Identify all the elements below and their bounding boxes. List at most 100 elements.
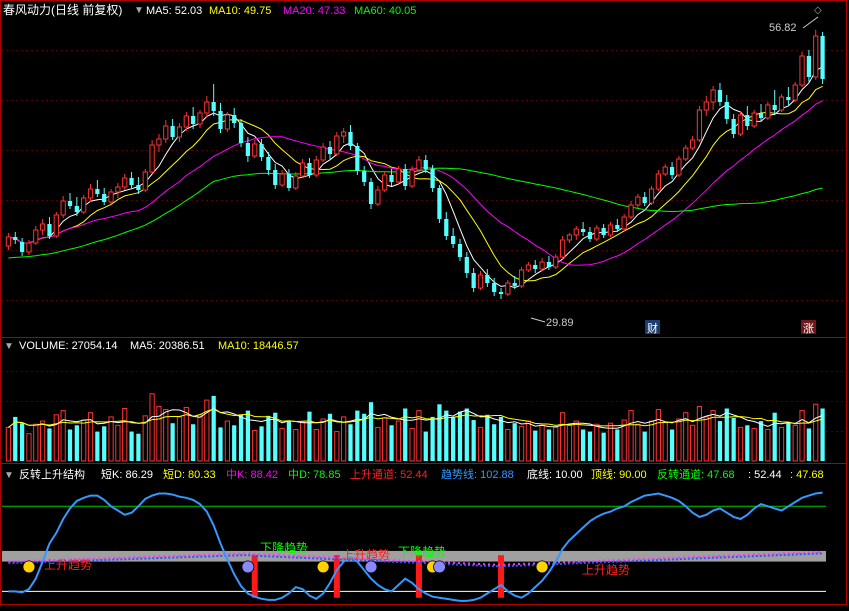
candle-up <box>710 89 716 103</box>
candle-up <box>279 173 285 186</box>
volume-bar-up <box>40 420 46 462</box>
volume-bar-down <box>95 431 100 461</box>
candle-up <box>87 188 94 199</box>
candle-up <box>607 224 614 236</box>
candle-up <box>505 282 511 295</box>
candle-up <box>204 101 210 114</box>
volume-bar-up <box>573 420 579 462</box>
volume-bar-up <box>5 426 12 462</box>
volume-bar-up <box>395 420 402 462</box>
candle-down <box>601 228 606 235</box>
volume-bar-up <box>252 430 258 462</box>
volume-bar-down <box>211 395 216 461</box>
ma10-label: MA10: 49.75 <box>209 5 271 17</box>
volume-bar-up <box>696 405 703 462</box>
volume-bar-down <box>546 429 552 461</box>
volume-bar-up <box>662 421 668 462</box>
candle-up <box>33 229 39 244</box>
volume-bar-down <box>136 433 141 461</box>
badge-zhang[interactable]: 涨 <box>803 322 814 335</box>
volume-bar-down <box>307 411 312 461</box>
candle-down <box>615 225 620 229</box>
candle-down <box>587 232 593 239</box>
price-header: ▼ 春风动力(日线 前复权) MA5: 52.03 MA10: 49.75 MA… <box>3 2 416 17</box>
high-price-marker: 56.82 <box>769 22 797 34</box>
trend-annotation: 下降趋势 <box>260 541 308 555</box>
candle-up <box>635 196 641 206</box>
volume-bar-up <box>122 408 128 462</box>
candle-up <box>382 174 388 191</box>
candle-down <box>368 182 374 204</box>
volume-bar-down <box>232 425 237 461</box>
volume-bar-down <box>362 413 367 461</box>
volume-bar-down <box>601 432 606 461</box>
volume-bar-up <box>477 426 484 462</box>
volume-bar-up <box>33 423 39 462</box>
bottom-line-label: 底线: 10.00 <box>527 467 583 481</box>
candle-down <box>327 147 333 154</box>
volume-bar-down <box>580 429 586 461</box>
volume-bar-down <box>67 429 73 461</box>
candle-up <box>703 101 709 111</box>
volume-bar-up <box>149 393 155 462</box>
dropdown-arrow-icon[interactable]: ▼ <box>4 341 14 352</box>
volume-bar-up <box>197 414 203 462</box>
dropdown-arrow-icon[interactable]: ▼ <box>4 470 14 481</box>
volume-bar-up <box>108 416 114 462</box>
ma60-label: MA60: 40.05 <box>354 5 416 17</box>
candle-up <box>142 171 148 191</box>
signal-red-bar <box>498 555 505 598</box>
stock-title: 春风动力(日线 前复权) <box>3 2 122 17</box>
candle-down <box>232 115 237 123</box>
smile-icon <box>22 560 36 574</box>
volume-bar-down <box>19 423 25 461</box>
candle-down <box>102 194 107 202</box>
moving-average-lines <box>8 66 823 289</box>
candle-up <box>183 115 189 128</box>
candle-up <box>553 256 559 268</box>
candle-down <box>717 90 723 102</box>
candle-down <box>451 236 456 244</box>
volume-bar-down <box>669 429 675 461</box>
candle-up <box>525 264 532 271</box>
volume-bar-up <box>559 412 566 462</box>
volume-bar-down <box>498 416 504 461</box>
volume-header: ▼ VOLUME: 27054.14 MA5: 20386.51 MA10: 1… <box>4 340 299 352</box>
volume-bar-up <box>566 424 573 462</box>
rising-channel-label: 上升通道: 52.44 <box>350 467 428 481</box>
candle-down <box>286 174 292 188</box>
short-k-label: 短K: 86.29 <box>101 467 153 481</box>
candle-up <box>40 223 46 231</box>
badge-cai[interactable]: 财 <box>647 321 658 335</box>
candle-down <box>238 123 244 143</box>
candle-up <box>655 173 662 190</box>
ma5-label: MA5: 52.03 <box>146 5 202 17</box>
candle-down <box>389 175 394 182</box>
volume-bar-up <box>628 410 634 462</box>
top-line-label: 顶线: 90.00 <box>591 467 647 481</box>
candle-down <box>245 143 251 156</box>
candle-down <box>533 265 538 269</box>
diamond-icon[interactable]: ◇ <box>814 5 822 16</box>
candle-up <box>573 228 579 236</box>
volume-bar-down <box>437 404 442 461</box>
candle-down <box>464 257 469 273</box>
extra-value-1: : 52.44 <box>748 469 782 481</box>
volume-bar-down <box>587 431 593 461</box>
volume-bar-down <box>259 426 264 461</box>
volume-bar-up <box>204 399 210 462</box>
candle-up <box>334 135 340 155</box>
candle-down <box>13 237 18 240</box>
candle-up <box>409 169 415 187</box>
candle-up <box>293 175 299 189</box>
price-panel-frame <box>0 0 847 338</box>
low-price-marker: 29.89 <box>546 317 574 329</box>
trend-annotation: 上升趋势 <box>582 563 630 577</box>
dropdown-arrow-icon[interactable]: ▼ <box>134 5 144 16</box>
candle-down <box>47 224 52 236</box>
candle-down <box>67 201 73 206</box>
volume-bar-up <box>299 421 306 462</box>
candle-down <box>136 185 141 190</box>
volume-bar-up <box>313 429 319 462</box>
volume-bar-down <box>355 410 360 461</box>
